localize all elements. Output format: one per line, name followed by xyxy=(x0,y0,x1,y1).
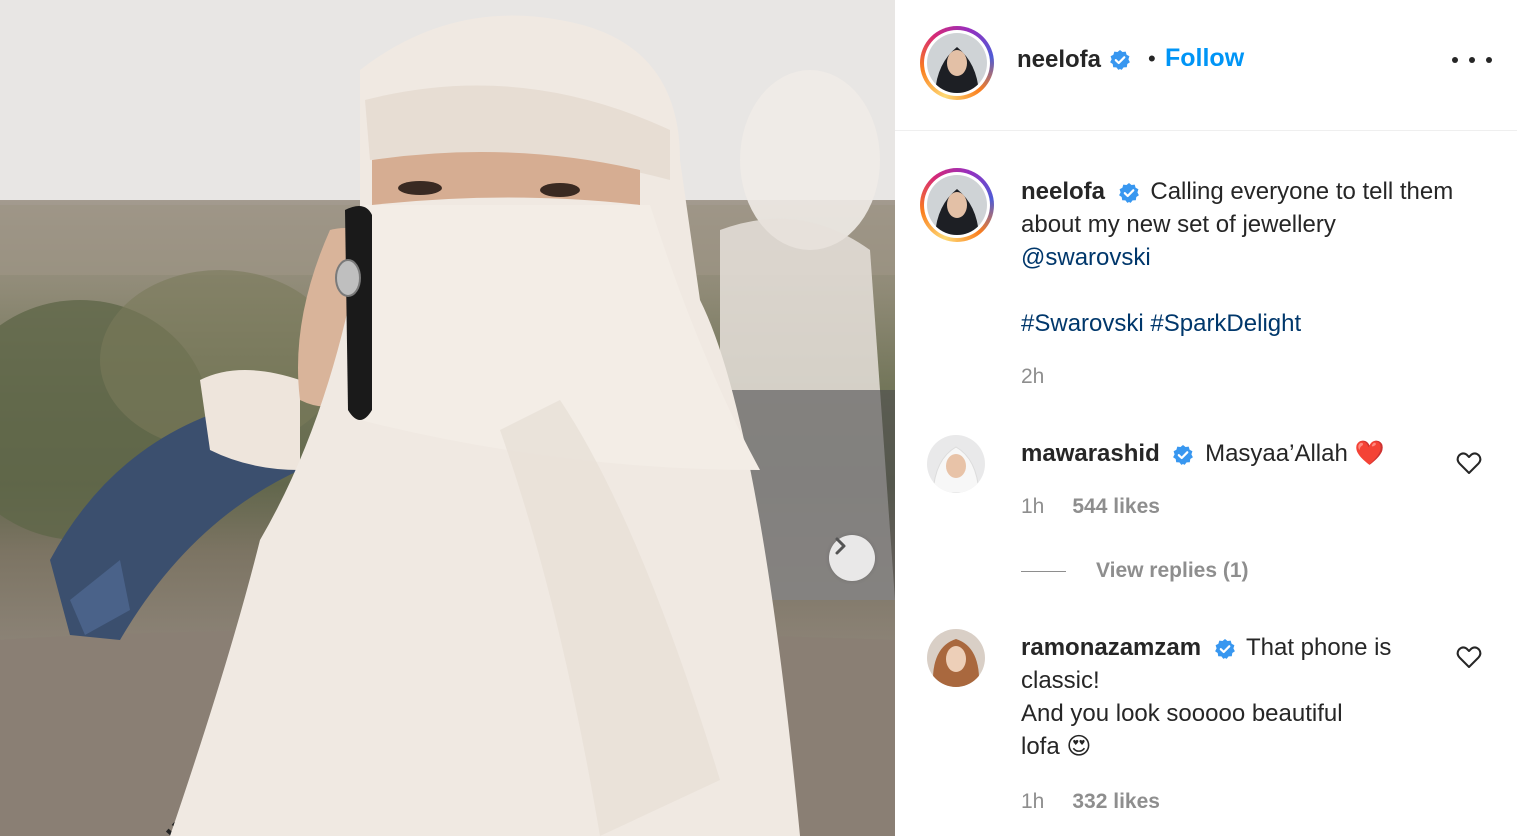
avatar-image xyxy=(927,435,985,493)
more-options-icon[interactable] xyxy=(1452,50,1492,70)
heart-emoji: ❤️ xyxy=(1354,440,1385,467)
comment: mawarashid Masyaa’Allah ❤️ 1h 544 likes xyxy=(1021,437,1491,523)
mention-link[interactable]: @swarovski xyxy=(1021,241,1491,274)
post-timestamp[interactable]: 2h xyxy=(1021,360,1491,393)
avatar-image xyxy=(927,629,985,687)
comment-timestamp[interactable]: 1h xyxy=(1021,785,1044,818)
hashtag-link[interactable]: #SparkDelight xyxy=(1150,310,1301,337)
next-image-button[interactable] xyxy=(829,535,875,581)
comment-text-line2: classic! xyxy=(1021,667,1100,694)
heart-eyes-emoji: 😍 xyxy=(1066,733,1092,760)
post-sidebar: neelofa • Follow neelofa Calling everyon… xyxy=(895,0,1517,836)
comment-likes[interactable]: 544 likes xyxy=(1072,490,1160,523)
commenter-avatar[interactable] xyxy=(927,435,985,493)
avatar-image xyxy=(927,175,987,235)
comment-text-line1: That phone is xyxy=(1245,634,1392,661)
post-image[interactable] xyxy=(0,0,895,836)
comment-timestamp[interactable]: 1h xyxy=(1021,490,1044,523)
post-header: neelofa • Follow xyxy=(895,0,1517,131)
view-replies-button[interactable]: View replies (1) xyxy=(1021,559,1249,583)
verified-badge-icon xyxy=(1173,444,1194,465)
chevron-right-icon xyxy=(835,537,846,555)
hashtag-link[interactable]: #Swarovski xyxy=(1021,310,1144,337)
comment-username[interactable]: mawarashid xyxy=(1021,440,1160,467)
post-photo-illustration xyxy=(0,0,895,836)
verified-badge-icon xyxy=(1214,638,1235,659)
verified-badge-icon xyxy=(1118,182,1139,203)
caption-author-avatar[interactable] xyxy=(920,168,994,242)
author-avatar[interactable] xyxy=(920,26,994,100)
comment-text-line3: And you look sooooo beautiful xyxy=(1021,700,1343,727)
heart-icon[interactable] xyxy=(1456,645,1482,669)
caption-text-line1: Calling everyone to tell them xyxy=(1150,178,1454,205)
view-replies-label: View replies (1) xyxy=(1096,559,1249,582)
commenter-avatar[interactable] xyxy=(927,629,985,687)
author-username[interactable]: neelofa xyxy=(1017,46,1101,74)
comment-text-line4: lofa xyxy=(1021,733,1060,760)
caption-text-line2: about my new set of jewellery xyxy=(1021,211,1336,238)
separator-dot: • xyxy=(1148,46,1156,71)
heart-icon[interactable] xyxy=(1456,451,1482,475)
comment-text: Masyaa’Allah xyxy=(1205,440,1348,467)
follow-button[interactable]: Follow xyxy=(1165,44,1244,73)
post-caption: neelofa Calling everyone to tell them ab… xyxy=(1021,175,1491,393)
avatar-image xyxy=(927,33,987,93)
verified-badge-icon xyxy=(1110,50,1130,70)
caption-username[interactable]: neelofa xyxy=(1021,178,1105,205)
comment-username[interactable]: ramonazamzam xyxy=(1021,634,1201,661)
comment-likes[interactable]: 332 likes xyxy=(1072,785,1160,818)
replies-divider xyxy=(1021,570,1066,572)
comment: ramonazamzam That phone is classic! And … xyxy=(1021,631,1491,818)
